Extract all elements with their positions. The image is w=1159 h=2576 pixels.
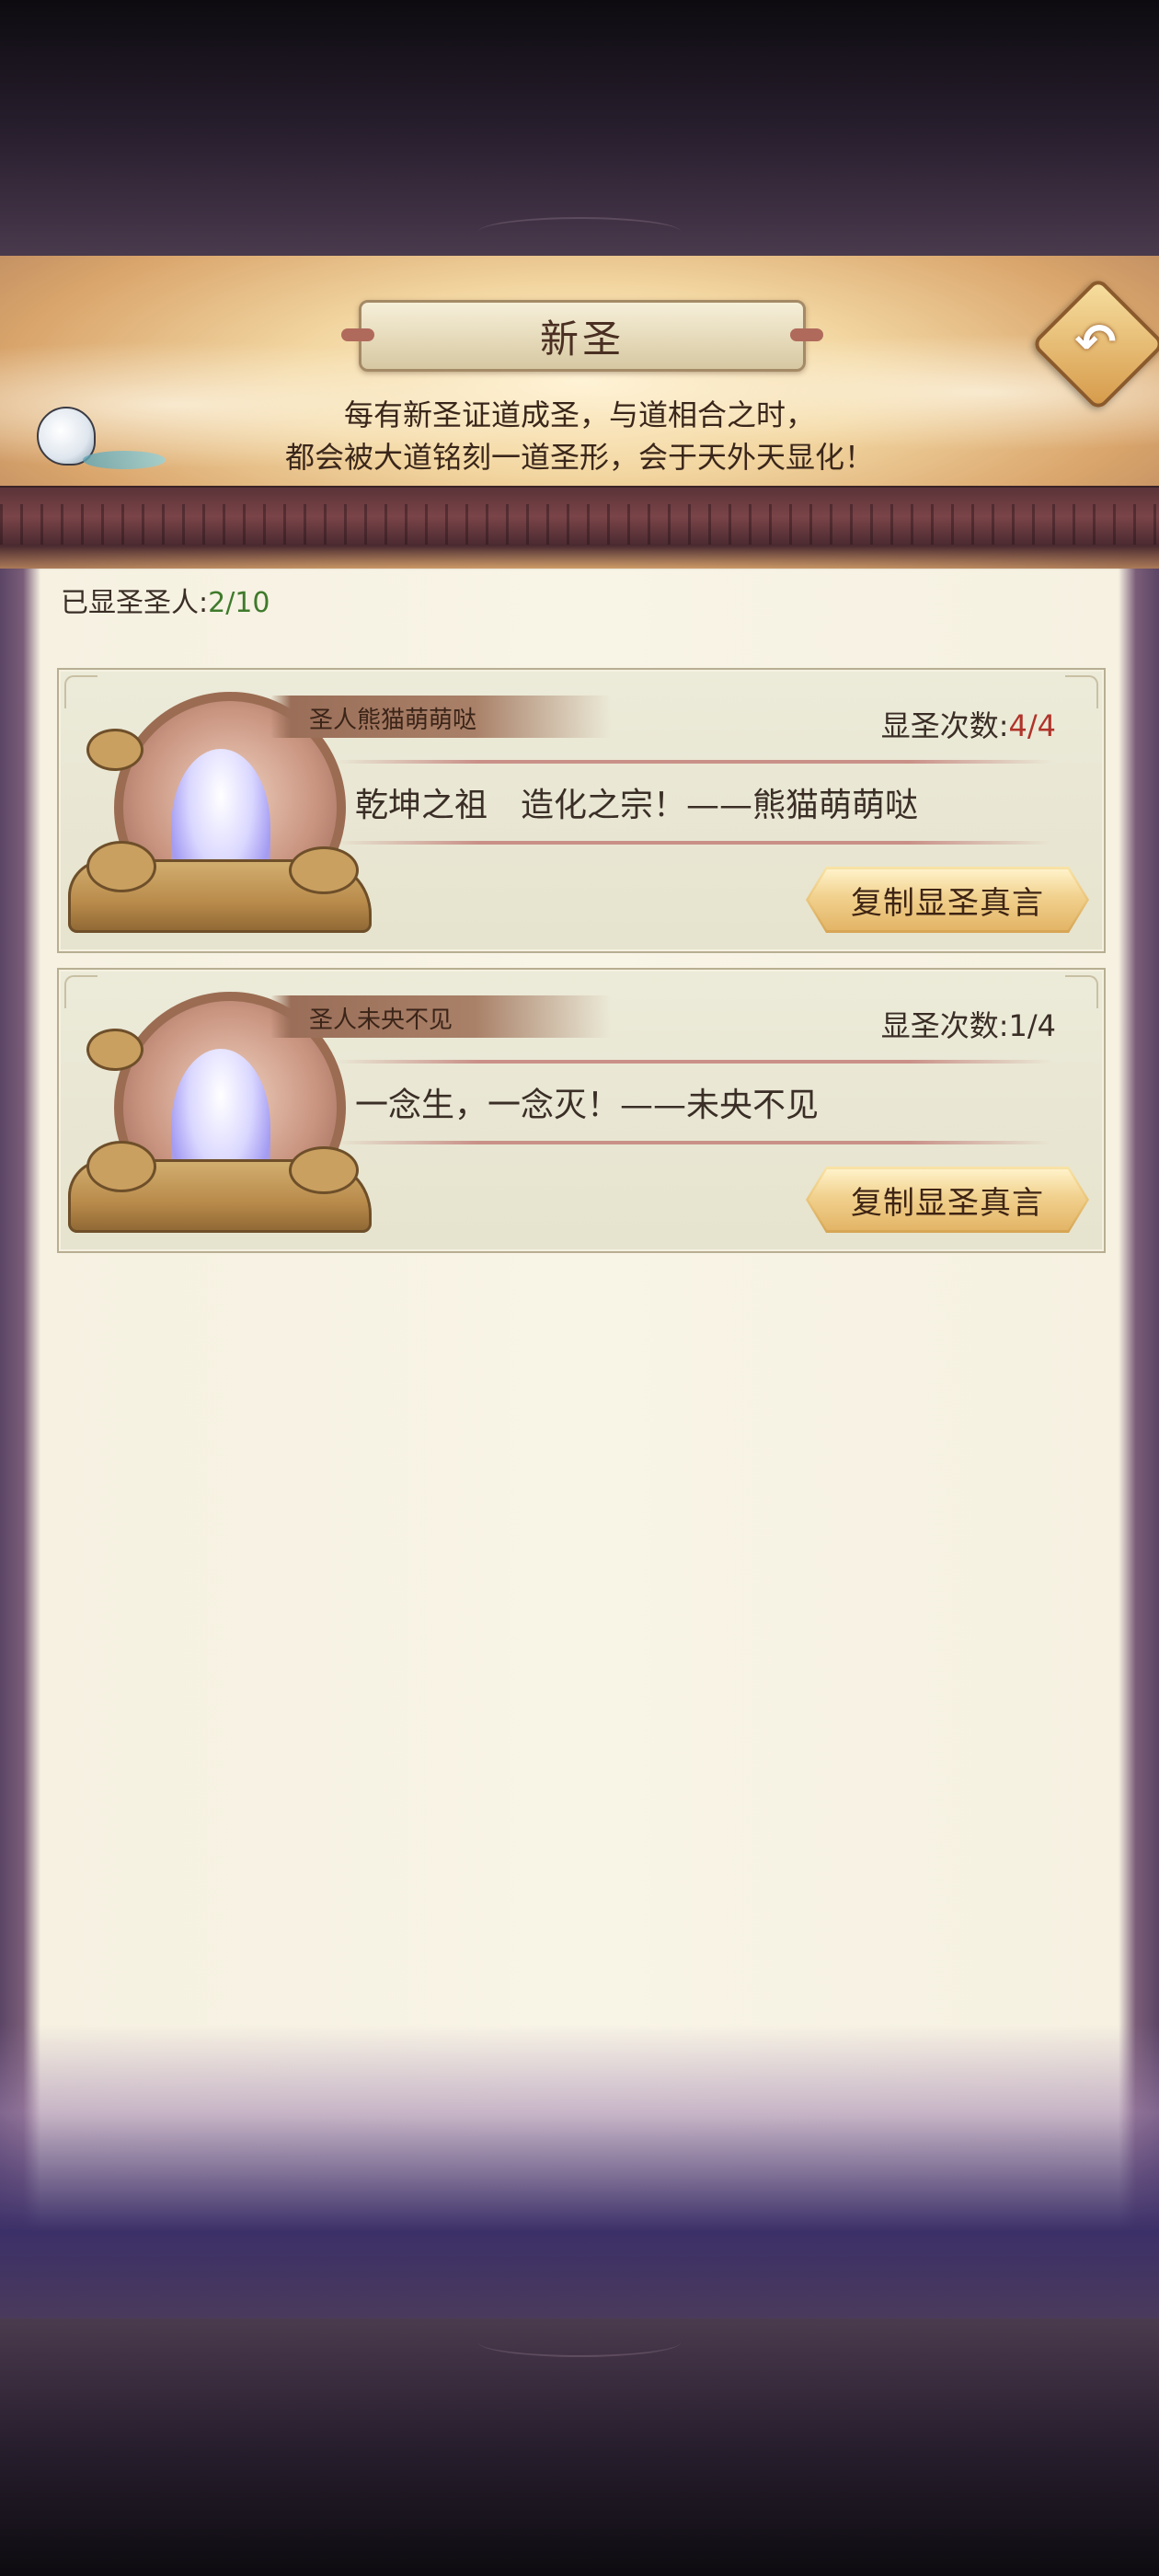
subtitle-line-1: 每有新圣证道成圣，与道相合之时， <box>343 397 815 432</box>
divider-line <box>335 1060 1052 1064</box>
revealed-count-value: 2/10 <box>208 587 270 619</box>
header-subtitle: 每有新圣证道成圣，与道相合之时， 都会被大道铭刻一道圣形，会于天外天显化！ <box>184 394 975 478</box>
subtitle-line-2: 都会被大道铭刻一道圣形，会于天外天显化！ <box>284 440 874 475</box>
cloud-puff <box>289 846 359 894</box>
page-title: 新圣 <box>539 316 625 362</box>
reveal-times-label: 显圣次数: <box>880 1008 1009 1043</box>
reveal-times-label: 显圣次数: <box>880 708 1009 743</box>
cloud-puff <box>86 729 143 771</box>
cloud-puff <box>86 1029 143 1071</box>
cloud-puff <box>289 1146 359 1194</box>
divider-line <box>335 1141 1052 1144</box>
divider-line <box>335 841 1052 845</box>
top-ornament <box>478 217 681 247</box>
cloud-puff <box>86 841 156 892</box>
reveal-times: 显圣次数:4/4 <box>881 703 1056 745</box>
cloud-puff <box>86 1141 156 1192</box>
back-arrow-icon[interactable]: ↶ <box>1058 304 1133 379</box>
bottom-frame <box>0 2318 1159 2576</box>
saint-card: 圣人熊猫萌萌哒 显圣次数:4/4 乾坤之祖 造化之宗！——熊猫萌萌哒 复制显圣真… <box>57 668 1106 953</box>
card-corner-ornament <box>1065 675 1098 708</box>
copy-quote-button-label: 复制显圣真言 <box>851 884 1044 922</box>
title-plate: 新圣 <box>341 300 823 372</box>
saint-quote: 一念生，一念灭！——未央不见 <box>355 1087 820 1124</box>
copy-quote-button[interactable]: 复制显圣真言 <box>806 1167 1089 1233</box>
saint-quote: 乾坤之祖 造化之宗！——熊猫萌萌哒 <box>355 787 919 824</box>
reveal-times-value: 1/4 <box>1008 1008 1057 1043</box>
saint-name: 圣人熊猫萌萌哒 <box>309 707 477 734</box>
copy-quote-button[interactable]: 复制显圣真言 <box>806 867 1089 933</box>
roof-tile-lines <box>0 504 1159 545</box>
saint-card: 圣人未央不见 显圣次数:1/4 一念生，一念灭！——未央不见 复制显圣真言 <box>57 968 1106 1253</box>
panel-bottom-fade <box>0 2024 1159 2320</box>
revealed-count: 已显圣圣人:2/10 <box>61 580 270 620</box>
bird-tail-decoration <box>83 451 166 469</box>
reveal-times: 显圣次数:1/4 <box>881 1003 1056 1045</box>
reveal-times-value: 4/4 <box>1008 708 1057 743</box>
bottom-ornament <box>478 2328 681 2357</box>
divider-line <box>335 760 1052 764</box>
copy-quote-button-label: 复制显圣真言 <box>851 1184 1044 1222</box>
revealed-count-label: 已显圣圣人: <box>61 587 209 619</box>
card-corner-ornament <box>1065 975 1098 1008</box>
saint-name: 圣人未央不见 <box>309 1006 453 1034</box>
